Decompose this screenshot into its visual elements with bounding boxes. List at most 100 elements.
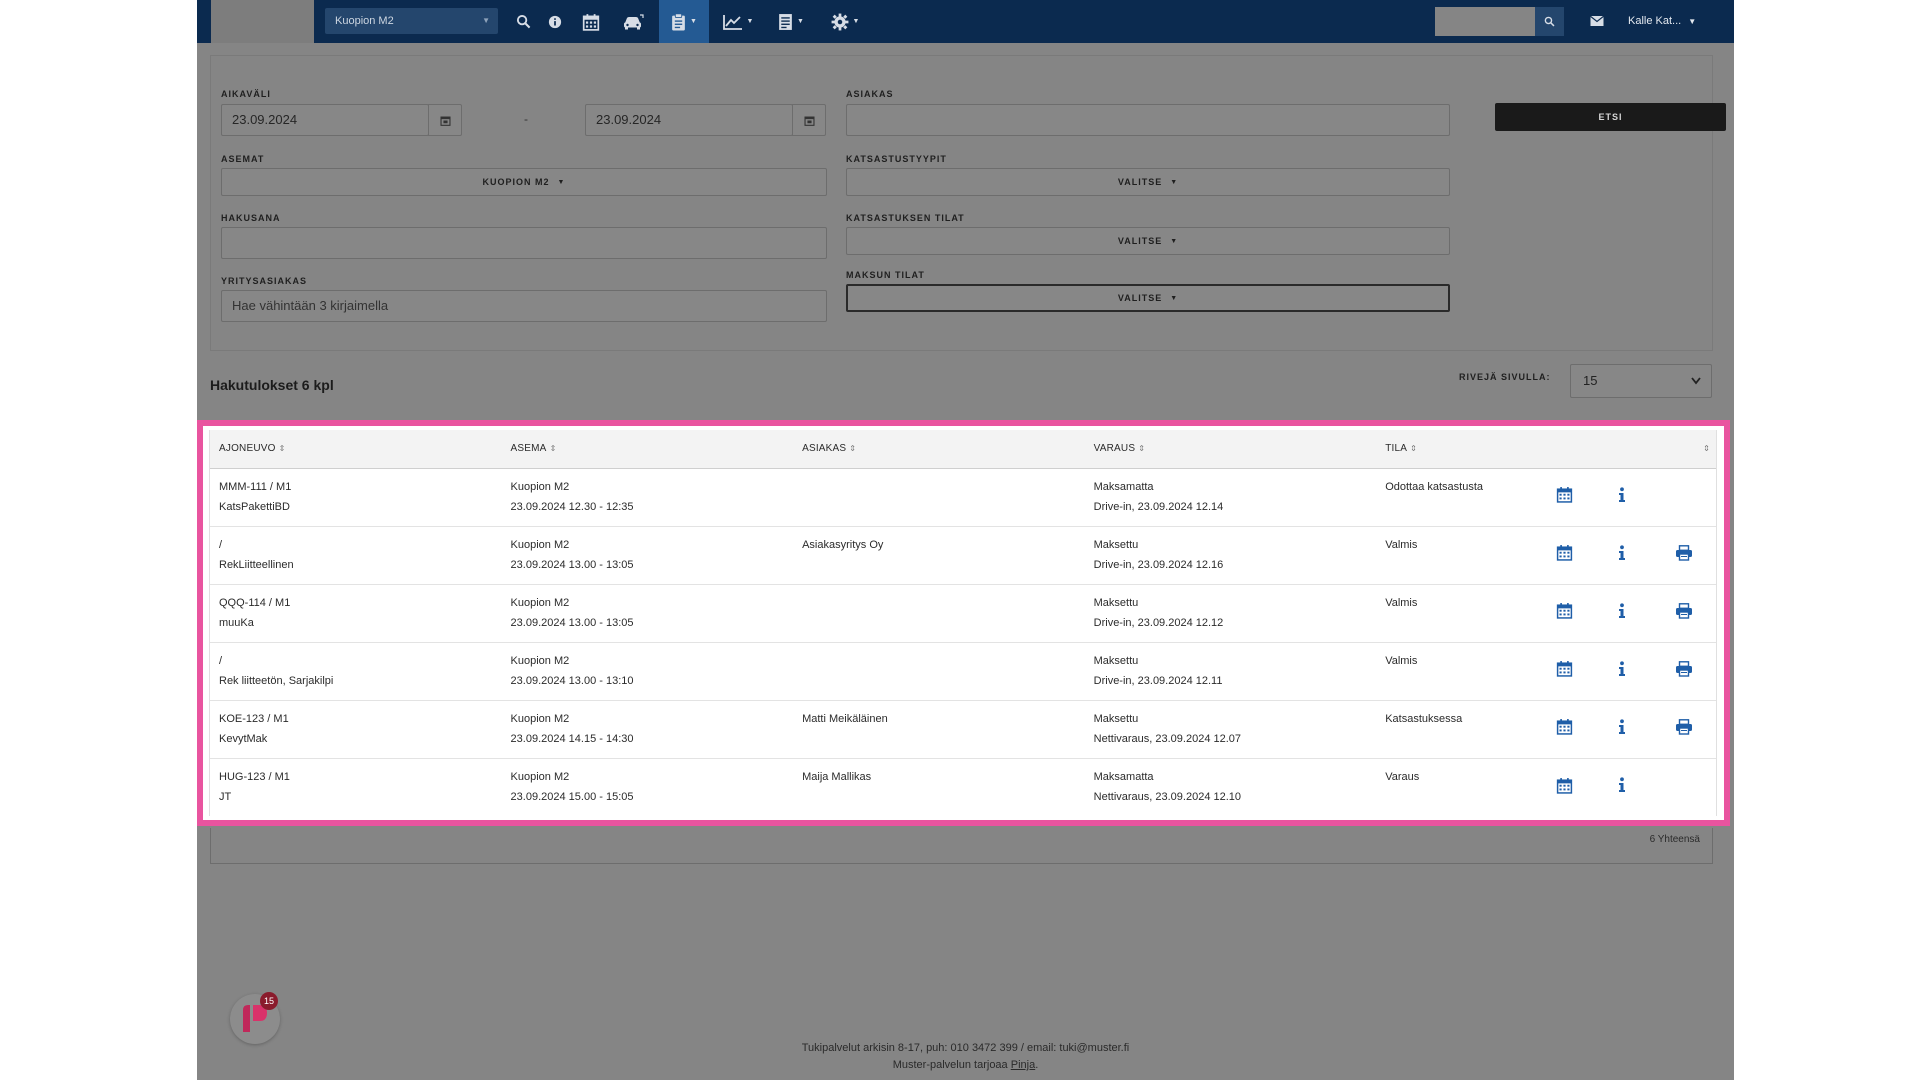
inspection-states-select-value: VALITSE [1117, 236, 1163, 246]
station-select-value: Kuopion M2 [335, 15, 394, 27]
calendar-action-cell [1535, 468, 1593, 526]
column-header-booking[interactable]: VARAUS ⇕ [1084, 430, 1377, 469]
info-icon [548, 15, 562, 28]
inspection-types-select[interactable]: VALITSE ▼ [846, 168, 1450, 196]
mail-button[interactable] [1590, 14, 1604, 32]
gear-icon [831, 13, 848, 30]
station-name: Kuopion M2 [510, 655, 570, 667]
details-button[interactable] [1611, 600, 1633, 622]
calendar-icon [582, 13, 600, 31]
calendar-icon [803, 116, 815, 126]
booking-cell: Maksettu Drive-in, 23.09.2024 12.12 [1085, 584, 1377, 642]
date-to-calendar-button[interactable] [792, 104, 826, 136]
nav-reports-menu[interactable]: ▼ [715, 0, 761, 43]
table-row[interactable]: MMM-111 / M1 KatsPakettiBD Kuopion M2 23.09… [210, 468, 1716, 526]
table-row[interactable]: KOE-123 / M1 KevytMak Kuopion M2 23.09.2024… [210, 700, 1716, 758]
payment-status: Maksamatta [1093, 481, 1154, 493]
station-select[interactable]: Kuopion M2 ▼ [325, 8, 498, 34]
nav-settings-menu[interactable]: ▼ [823, 0, 867, 43]
inspection-states-select[interactable]: VALITSE ▼ [846, 227, 1450, 255]
date-from-calendar-button[interactable] [428, 104, 462, 136]
print-action-cell [1652, 700, 1716, 758]
customer-input[interactable] [846, 104, 1450, 136]
keyword-input[interactable] [221, 227, 827, 259]
nav-info-button[interactable] [541, 0, 569, 43]
column-header-actions[interactable]: ⇕ [1651, 430, 1716, 469]
chat-widget-button[interactable]: 15 [230, 992, 280, 1044]
table-row[interactable]: QQQ-114 / M1 muuKa Kuopion M2 23.09.2024 13… [210, 584, 1716, 642]
date-range-separator: - [524, 112, 528, 126]
details-button[interactable] [1611, 716, 1633, 738]
print-action-cell [1652, 642, 1716, 700]
vehicle-type: KevytMak [219, 733, 268, 745]
results-table-highlight: AJONEUVO ⇕ ASEMA ⇕ ASIAKAS ⇕ VARAUS ⇕ TILA ⇕ … [197, 420, 1730, 826]
report-icon [779, 13, 792, 30]
nav-inspections-menu[interactable]: ▼ [659, 0, 709, 43]
payment-states-select[interactable]: VALITSE ▼ [846, 284, 1450, 312]
vehicle-type: muuKa [219, 617, 254, 629]
global-search-button[interactable] [1535, 7, 1564, 36]
search-icon [516, 14, 530, 29]
appointment-time: 23.09.2024 15.00 - 15:05 [510, 791, 634, 804]
print-button[interactable] [1673, 542, 1695, 564]
calendar-action-cell [1535, 642, 1593, 700]
customer-cell [793, 468, 1085, 526]
nav-documents-menu[interactable]: ▼ [771, 0, 811, 43]
column-header-customer[interactable]: ASIAKAS ⇕ [793, 430, 1085, 469]
global-search-input[interactable] [1435, 7, 1535, 36]
payment-states-label: MAKSUN TILAT [846, 270, 925, 280]
nav-vehicle-button[interactable] [615, 0, 651, 43]
search-button[interactable]: ETSI [1495, 103, 1726, 131]
info-action-cell [1593, 758, 1651, 816]
column-header-label: AJONEUVO [219, 443, 276, 455]
column-header-station[interactable]: ASEMA ⇕ [501, 430, 794, 469]
station-name: Kuopion M2 [510, 713, 570, 725]
nav-calendar-button[interactable] [575, 0, 607, 43]
calendar-icon [1556, 661, 1572, 677]
sort-icon: ⇕ [1703, 444, 1710, 454]
rows-per-page-select[interactable]: 15 [1570, 364, 1712, 398]
booking-info: Drive-in, 23.09.2024 12.12 [1093, 617, 1224, 629]
vehicle-type: Rek liitteetön, Sarjakilpi [219, 675, 334, 687]
reschedule-button[interactable] [1553, 484, 1575, 506]
company-customer-input[interactable]: Hae vähintään 3 kirjaimella [221, 290, 827, 322]
info-icon [1619, 719, 1626, 734]
clipboard-icon [672, 12, 685, 30]
print-button[interactable] [1673, 716, 1695, 738]
booking-info: Drive-in, 23.09.2024 12.16 [1093, 559, 1224, 571]
calendar-action-cell [1535, 584, 1593, 642]
column-header-vehicle[interactable]: AJONEUVO ⇕ [210, 430, 502, 469]
reschedule-button[interactable] [1553, 774, 1575, 796]
search-filter-panel: AIKAVÄLI 23.09.2024 - 23.09.2024 ASIAKAS… [210, 55, 1726, 351]
chevron-down-icon: ▼ [1688, 17, 1697, 26]
reschedule-button[interactable] [1553, 542, 1575, 564]
print-button[interactable] [1673, 658, 1695, 680]
customer-cell [793, 584, 1085, 642]
status-cell: Katsastuksessa [1376, 700, 1535, 758]
user-menu[interactable]: Kalle Kat... ▼ [1628, 0, 1696, 43]
nav-search-button[interactable] [509, 0, 537, 43]
stations-select[interactable]: KUOPION M2 ▼ [221, 168, 827, 196]
app-logo[interactable] [211, 0, 314, 43]
print-button[interactable] [1673, 600, 1695, 622]
calendar-action-cell [1535, 700, 1593, 758]
reschedule-button[interactable] [1553, 716, 1575, 738]
table-row[interactable]: / RekLiitteellinen Kuopion M2 23.09.2024 13… [210, 526, 1716, 584]
details-button[interactable] [1611, 658, 1633, 680]
details-button[interactable] [1611, 484, 1633, 506]
date-to-input[interactable]: 23.09.2024 [585, 104, 793, 136]
table-row[interactable]: HUG-123 / M1 JT Kuopion M2 23.09.2024 15.00… [210, 758, 1716, 816]
details-button[interactable] [1611, 774, 1633, 796]
table-header-row: AJONEUVO ⇕ ASEMA ⇕ ASIAKAS ⇕ VARAUS ⇕ TILA ⇕ … [210, 430, 1716, 469]
customer-name: Asiakasyritys Oy [802, 539, 884, 551]
provider-link[interactable]: Pinja [1011, 1059, 1035, 1071]
chat-notification-badge: 15 [260, 992, 278, 1010]
column-header-status[interactable]: TILA ⇕ [1376, 430, 1536, 469]
reschedule-button[interactable] [1553, 658, 1575, 680]
date-from-input[interactable]: 23.09.2024 [221, 104, 429, 136]
vehicle-plate: / [219, 539, 223, 551]
details-button[interactable] [1611, 542, 1633, 564]
reschedule-button[interactable] [1553, 600, 1575, 622]
table-row[interactable]: / Rek liitteetön, Sarjakilpi Kuopion M2 23.… [210, 642, 1716, 700]
print-action-cell [1652, 468, 1716, 526]
